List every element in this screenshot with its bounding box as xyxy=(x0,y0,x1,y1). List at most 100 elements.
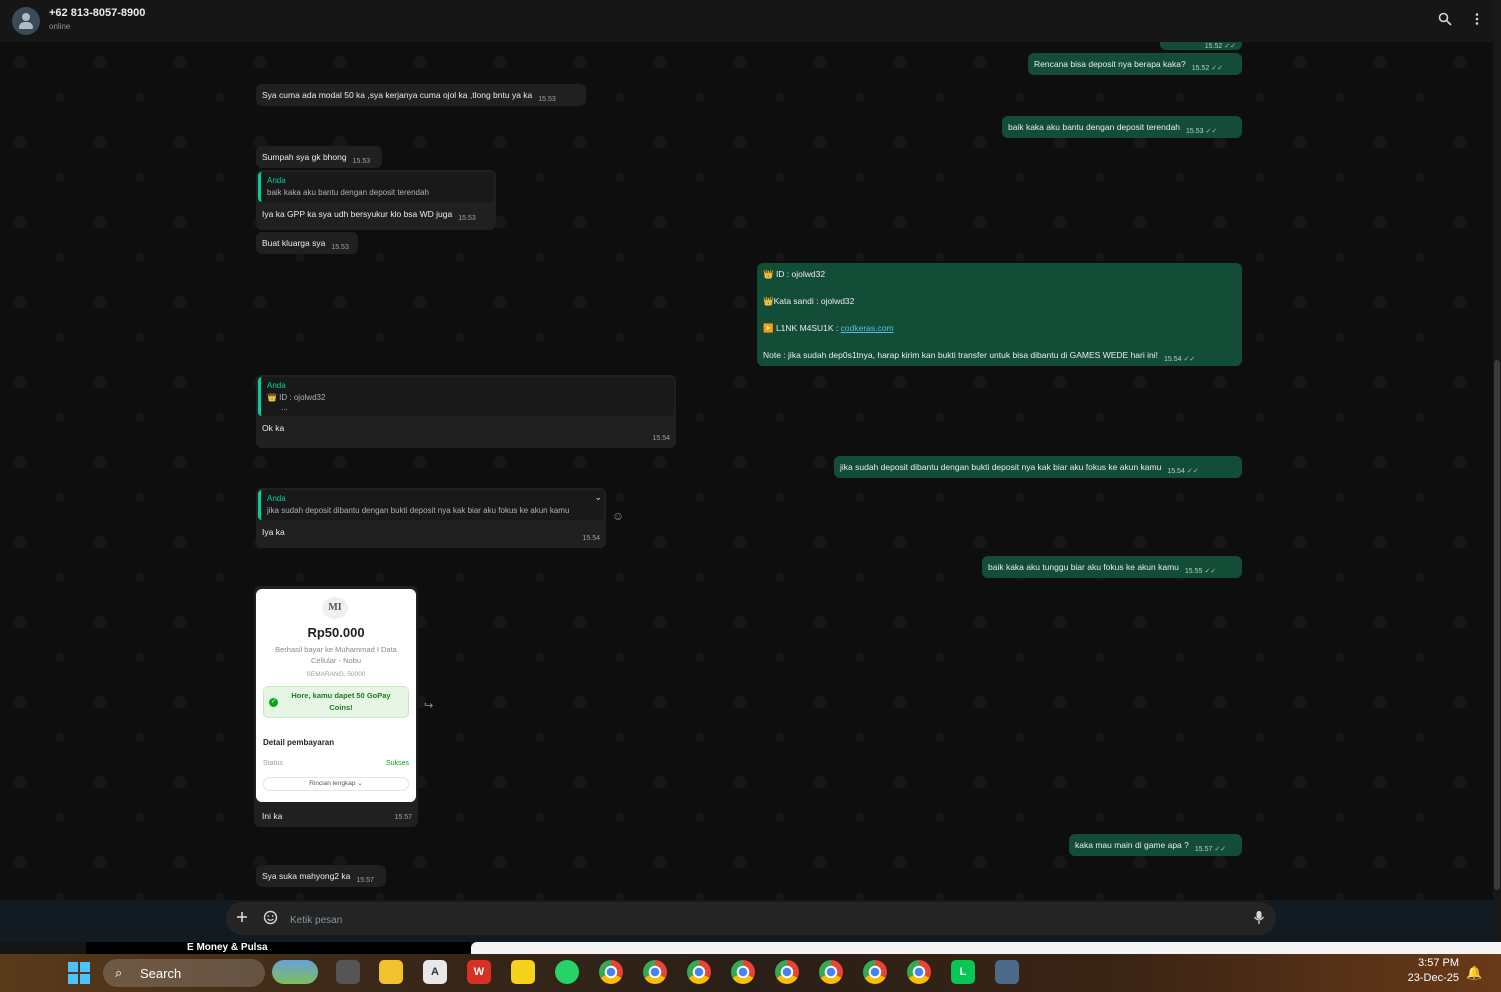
message-time: 15.52 xyxy=(1204,43,1223,50)
message-incoming[interactable]: Buat kluarga sya 15.53 xyxy=(256,232,358,254)
message-time: 15.54 xyxy=(1167,468,1185,475)
receipt-status-label: Status xyxy=(263,760,283,767)
message-outgoing[interactable]: kaka mau main di game apa ? 15.57 ✓✓ xyxy=(1069,834,1242,856)
background-window-text: E Money & Pulsa xyxy=(187,942,268,953)
receipt-promo: ✓ Hore, kamu dapet 50 GoPay Coins! xyxy=(263,686,409,718)
taskbar-clock[interactable]: 3:57 PM 23-Dec-25 xyxy=(1393,954,1459,986)
message-outgoing[interactable]: baik kaka aku bantu dengan deposit teren… xyxy=(1002,116,1242,138)
message-incoming-reply[interactable]: Anda 👑 ID : ojolwd32 ... Ok ka 15.54 xyxy=(256,375,676,448)
message-text: Iya ka GPP ka sya udh bersyukur klo bsa … xyxy=(262,209,453,219)
message-outgoing[interactable]: 15.52 ✓✓ xyxy=(1160,42,1242,50)
message-time: 15.54 xyxy=(582,535,600,542)
message-text: Sumpah sya gk bhong xyxy=(262,152,347,162)
chrome-icon[interactable] xyxy=(907,960,931,984)
quoted-message[interactable]: Anda 👑 ID : ojolwd32 ... xyxy=(258,377,674,416)
scrollbar-thumb[interactable] xyxy=(1494,360,1500,890)
message-text: Ini ka xyxy=(262,811,283,821)
widgets-icon[interactable] xyxy=(272,960,318,984)
message-time: 15.57 xyxy=(356,877,374,884)
background-window-strip: E Money & Pulsa xyxy=(0,942,1501,954)
scrollbar[interactable] xyxy=(1493,0,1501,942)
emoji-react-icon[interactable]: ☺ xyxy=(612,509,626,523)
receipt-more-button: Rincian lengkap ⌄ xyxy=(263,777,409,791)
receipt-location: SEMARANG, 50000 xyxy=(306,671,366,678)
message-incoming-reply[interactable]: Anda baik kaka aku bantu dengan deposit … xyxy=(256,170,496,230)
message-text: Iya ka xyxy=(262,527,285,537)
message-time: 15.52 xyxy=(1191,65,1210,72)
message-incoming-reply[interactable]: Anda jika sudah deposit dibantu dengan b… xyxy=(256,488,606,548)
avatar[interactable] xyxy=(12,7,40,35)
quote-author: Anda xyxy=(267,381,286,390)
more-vertical-icon[interactable] xyxy=(1468,12,1486,30)
chrome-icon[interactable] xyxy=(775,960,799,984)
search-icon[interactable] xyxy=(1436,12,1454,30)
message-input[interactable] xyxy=(288,911,1192,929)
contact-name[interactable]: +62 813-8057-8900 xyxy=(49,7,145,19)
plus-icon[interactable] xyxy=(234,910,250,926)
file-explorer-icon[interactable] xyxy=(379,960,403,984)
message-link[interactable]: codkeras.com xyxy=(841,323,894,333)
chevron-down-icon[interactable]: ⌄ xyxy=(594,491,602,503)
message-time: 15.53 xyxy=(1186,128,1204,135)
taskbar-search-label: Search xyxy=(140,966,182,981)
quoted-message[interactable]: Anda jika sudah deposit dibantu dengan b… xyxy=(258,490,604,520)
message-incoming[interactable]: Sumpah sya gk bhong 15.53 xyxy=(256,146,382,168)
forward-icon[interactable]: ↪ xyxy=(424,699,438,713)
windows-start-icon[interactable] xyxy=(68,962,90,984)
quote-text: 👑 ID : ojolwd32 xyxy=(267,393,326,402)
chrome-icon[interactable] xyxy=(599,960,623,984)
message-time: 15.55 xyxy=(1184,568,1203,575)
message-text: Rencana bisa deposit nya berapa kaka? xyxy=(1034,59,1186,69)
wps-office-icon[interactable]: W xyxy=(467,960,491,984)
receipt-amount: Rp50.000 xyxy=(307,625,365,640)
message-line: Note : jika sudah dep0s1tnya, harap kiri… xyxy=(763,350,1158,360)
message-line: 👑Kata sandi : ojolwd32 xyxy=(763,296,855,306)
contact-status: online xyxy=(49,22,71,31)
message-time: 15.53 xyxy=(352,158,371,165)
whatsapp-icon[interactable] xyxy=(555,960,579,984)
sticky-notes-icon[interactable] xyxy=(511,960,535,984)
message-time: 15.54 xyxy=(652,435,670,442)
message-text: Ok ka xyxy=(262,423,285,433)
merchant-logo: MI xyxy=(322,597,348,619)
message-outgoing[interactable]: jika sudah deposit dibantu dengan bukti … xyxy=(834,456,1242,478)
message-outgoing[interactable]: Rencana bisa deposit nya berapa kaka? 15.… xyxy=(1028,53,1242,75)
check-circle-icon: ✓ xyxy=(269,698,278,707)
microphone-icon[interactable] xyxy=(1251,910,1267,926)
search-icon: ⌕ xyxy=(115,965,123,980)
sticker-icon[interactable] xyxy=(262,910,278,926)
chrome-icon[interactable] xyxy=(731,960,755,984)
document-app-icon[interactable]: A xyxy=(423,960,447,984)
message-incoming[interactable]: Sya suka mahyong2 ka 15.57 xyxy=(256,865,386,887)
chrome-icon[interactable] xyxy=(863,960,887,984)
double-check-icon: ✓✓ xyxy=(1186,468,1199,475)
windows-taskbar: ⌕ Search A W L 3:57 PM 23-Dec-25 🔔 xyxy=(0,954,1501,992)
message-text: Buat kluarga sya xyxy=(262,238,326,248)
quote-text: jika sudah deposit dibantu dengan bukti … xyxy=(267,506,570,515)
message-incoming[interactable]: Sya cuma ada modal 50 ka ,sya kerjanya c… xyxy=(256,84,586,106)
app-icon[interactable] xyxy=(995,960,1019,984)
quote-author: Anda xyxy=(267,494,286,503)
line-app-icon[interactable]: L xyxy=(951,960,975,984)
quoted-message[interactable]: Anda baik kaka aku bantu dengan deposit … xyxy=(258,172,494,202)
receipt-detail-title: Detail pembayaran xyxy=(263,738,335,747)
message-text: Sya cuma ada modal 50 ka ,sya kerjanya c… xyxy=(262,90,533,100)
chrome-icon[interactable] xyxy=(687,960,711,984)
double-check-icon: ✓✓ xyxy=(1183,356,1196,363)
clock-date: 23-Dec-25 xyxy=(1407,972,1459,984)
chrome-icon[interactable] xyxy=(819,960,843,984)
task-view-icon[interactable] xyxy=(336,960,360,984)
message-time: 15.53 xyxy=(331,244,349,251)
double-check-icon: ✓✓ xyxy=(1204,568,1217,575)
message-outgoing[interactable]: baik kaka aku tunggu biar aku fokus ke a… xyxy=(982,556,1242,578)
message-outgoing-credentials[interactable]: 👑 ID : ojolwd32 👑Kata sandi : ojolwd32 ▶… xyxy=(757,263,1242,366)
chrome-icon[interactable] xyxy=(643,960,667,984)
payment-receipt-image[interactable]: MI Rp50.000 Berhasil bayar ke Muhammad I… xyxy=(256,589,416,802)
message-list[interactable]: 15.52 ✓✓ Rencana bisa deposit nya berapa … xyxy=(0,42,1493,900)
taskbar-search[interactable]: ⌕ Search xyxy=(103,959,265,987)
quote-text: baik kaka aku bantu dengan deposit teren… xyxy=(267,188,429,197)
background-window-dark xyxy=(86,942,471,954)
notification-icon[interactable]: 🔔 xyxy=(1466,965,1482,981)
message-time: 15.53 xyxy=(458,215,476,222)
message-text: Sya suka mahyong2 ka xyxy=(262,871,351,881)
